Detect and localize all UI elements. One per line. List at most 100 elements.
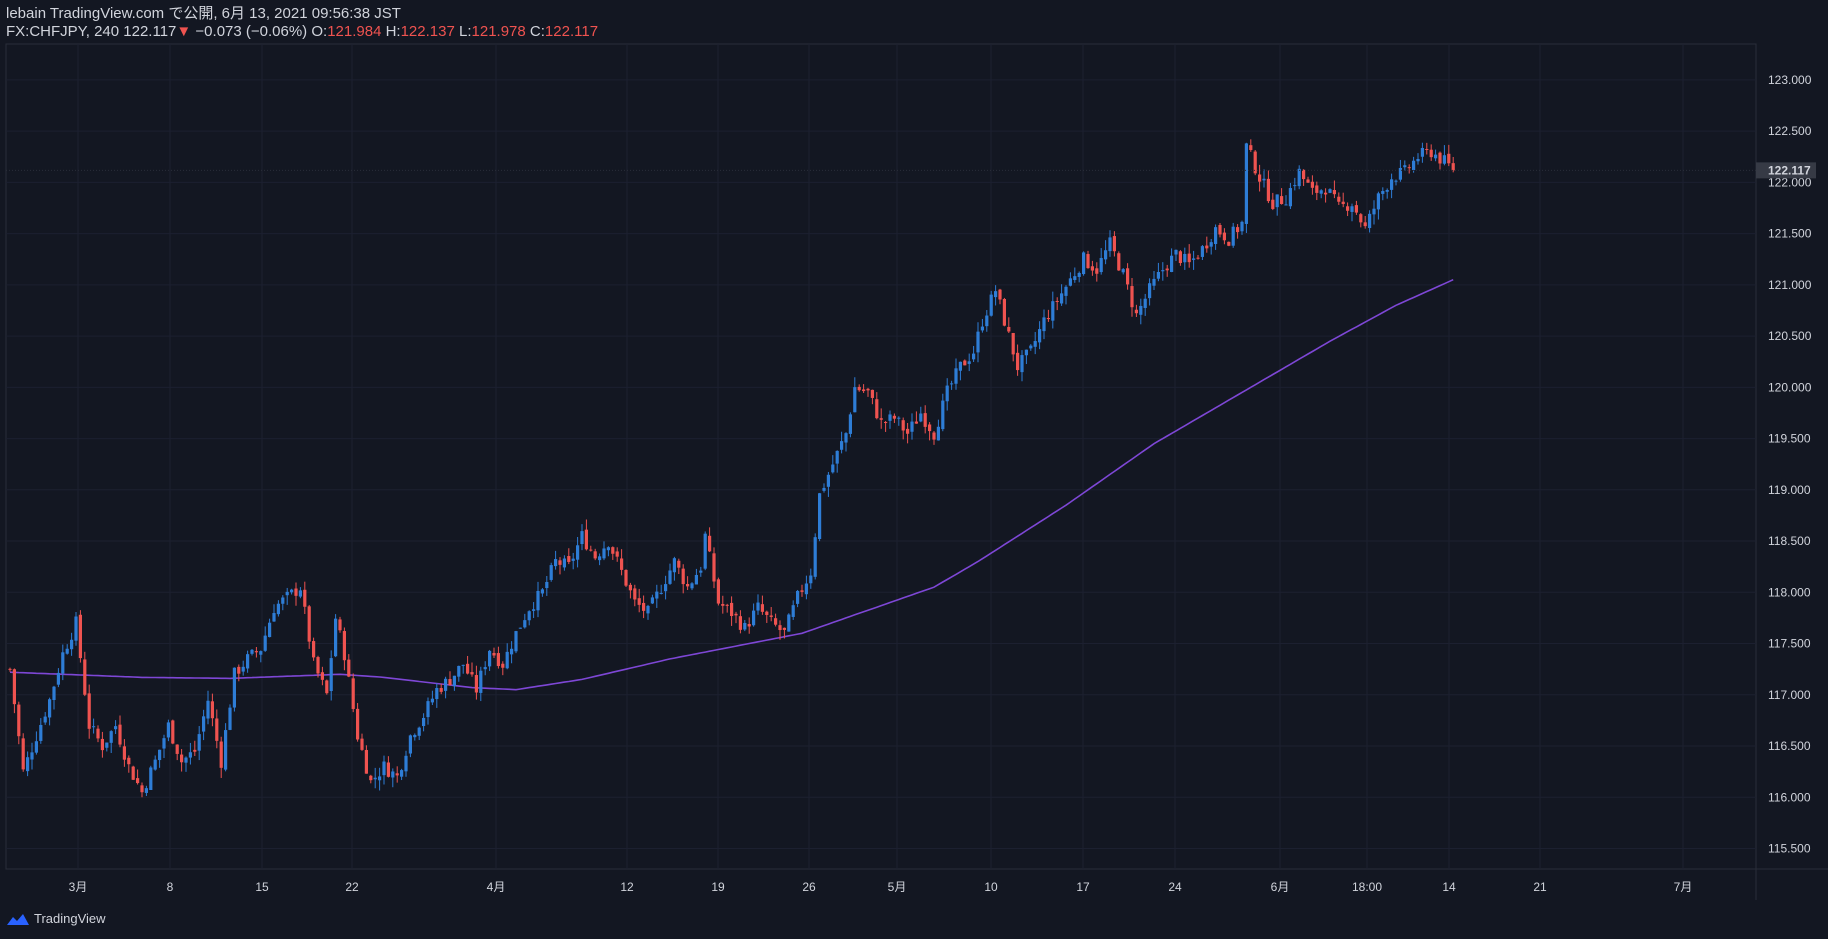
candle-body bbox=[870, 389, 874, 398]
candle-body bbox=[34, 741, 38, 753]
candle-body bbox=[1046, 317, 1050, 320]
candle-body bbox=[70, 639, 74, 650]
candle bbox=[1064, 285, 1068, 305]
candle bbox=[325, 679, 329, 695]
candle-body bbox=[1222, 232, 1226, 241]
candle bbox=[518, 627, 522, 629]
candle-body bbox=[457, 665, 461, 677]
candle-body bbox=[1451, 163, 1455, 171]
candle-body bbox=[329, 658, 333, 692]
candle bbox=[862, 384, 866, 393]
candle-body bbox=[655, 591, 659, 599]
candle bbox=[540, 588, 544, 597]
candle-body bbox=[246, 654, 250, 669]
candle bbox=[950, 380, 954, 390]
candle bbox=[1170, 248, 1174, 273]
candle-body bbox=[518, 627, 522, 629]
candle-body bbox=[906, 428, 910, 434]
candle bbox=[87, 684, 91, 739]
candle bbox=[1200, 244, 1204, 261]
candle-body bbox=[87, 693, 91, 729]
time-tick-label: 22 bbox=[345, 880, 359, 894]
candle bbox=[263, 626, 267, 652]
candle bbox=[105, 742, 109, 752]
candle bbox=[1095, 262, 1099, 282]
price-axis[interactable]: 115.500 116.000 116.500 117.000 117.500 118.0… bbox=[1768, 73, 1812, 856]
candle-body bbox=[580, 531, 584, 545]
candle bbox=[510, 641, 514, 664]
candle bbox=[347, 654, 351, 678]
candle-body bbox=[52, 686, 56, 700]
candle-body bbox=[1218, 225, 1222, 235]
candle bbox=[796, 589, 800, 608]
candle-body bbox=[743, 622, 747, 630]
candle bbox=[1434, 149, 1438, 162]
candle-body bbox=[800, 590, 804, 592]
candle-body bbox=[1029, 345, 1033, 349]
candle-body bbox=[391, 771, 395, 778]
candle bbox=[589, 545, 593, 552]
last-price-marker: 122.117 bbox=[6, 162, 1816, 179]
candle-body bbox=[413, 734, 417, 738]
candle bbox=[567, 548, 571, 565]
time-tick-label: 4月 bbox=[487, 880, 506, 894]
candle bbox=[602, 541, 606, 561]
candle-body bbox=[738, 616, 742, 630]
candle-body bbox=[153, 759, 157, 770]
candle-body bbox=[364, 749, 368, 774]
candle-body bbox=[1416, 158, 1420, 162]
candle bbox=[298, 587, 302, 599]
candle-body bbox=[716, 579, 720, 604]
candle-body bbox=[1090, 266, 1094, 271]
candle bbox=[774, 613, 778, 627]
candle bbox=[844, 432, 848, 452]
candle bbox=[83, 651, 87, 697]
candle-body bbox=[1161, 270, 1165, 272]
candle bbox=[307, 604, 311, 649]
candle-body bbox=[356, 708, 360, 740]
candle-body bbox=[237, 666, 241, 674]
candle bbox=[122, 739, 126, 767]
price-chart[interactable]: 115.500 116.000 116.500 117.000 117.500 118.0… bbox=[0, 0, 1828, 939]
candle-body bbox=[461, 664, 465, 666]
candle-body bbox=[232, 667, 236, 708]
time-axis[interactable]: 3月 8 15 22 4月 12 19 26 5月 10 17 24 6月 18:00 14 21 7月 bbox=[69, 880, 1693, 894]
candle bbox=[34, 731, 38, 755]
candle-body bbox=[307, 606, 311, 642]
candle bbox=[954, 358, 958, 390]
time-tick-label: 26 bbox=[802, 880, 816, 894]
candle-body bbox=[1020, 355, 1024, 373]
candle bbox=[690, 582, 694, 591]
footer-brand[interactable]: TradingView bbox=[6, 911, 106, 926]
candle bbox=[1332, 180, 1336, 199]
candle-body bbox=[188, 752, 192, 758]
candle-body bbox=[149, 767, 153, 791]
candle bbox=[554, 550, 558, 570]
candle bbox=[268, 618, 272, 638]
candle bbox=[1042, 309, 1046, 340]
candle-body bbox=[1068, 278, 1072, 286]
candle bbox=[232, 667, 236, 712]
candle-body bbox=[980, 326, 984, 331]
candle bbox=[400, 768, 404, 781]
candle-body bbox=[444, 678, 448, 691]
candle-body bbox=[1258, 174, 1262, 182]
candle-body bbox=[312, 641, 316, 658]
candle-body bbox=[1350, 206, 1354, 212]
candle bbox=[998, 288, 1002, 305]
candle bbox=[439, 683, 443, 695]
candle-body bbox=[263, 635, 267, 651]
candle bbox=[1222, 228, 1226, 245]
candle-body bbox=[1073, 276, 1077, 280]
price-tick-label: 117.500 bbox=[1768, 637, 1811, 651]
candle-body bbox=[1183, 253, 1187, 263]
candle bbox=[708, 527, 712, 553]
candle-body bbox=[1271, 199, 1275, 209]
candle-body bbox=[1033, 341, 1037, 347]
candle-body bbox=[268, 622, 272, 638]
candle bbox=[1302, 169, 1306, 186]
candle bbox=[250, 648, 254, 656]
candle bbox=[1126, 263, 1130, 290]
candle-body bbox=[1165, 268, 1169, 271]
candle-body bbox=[1121, 269, 1125, 273]
